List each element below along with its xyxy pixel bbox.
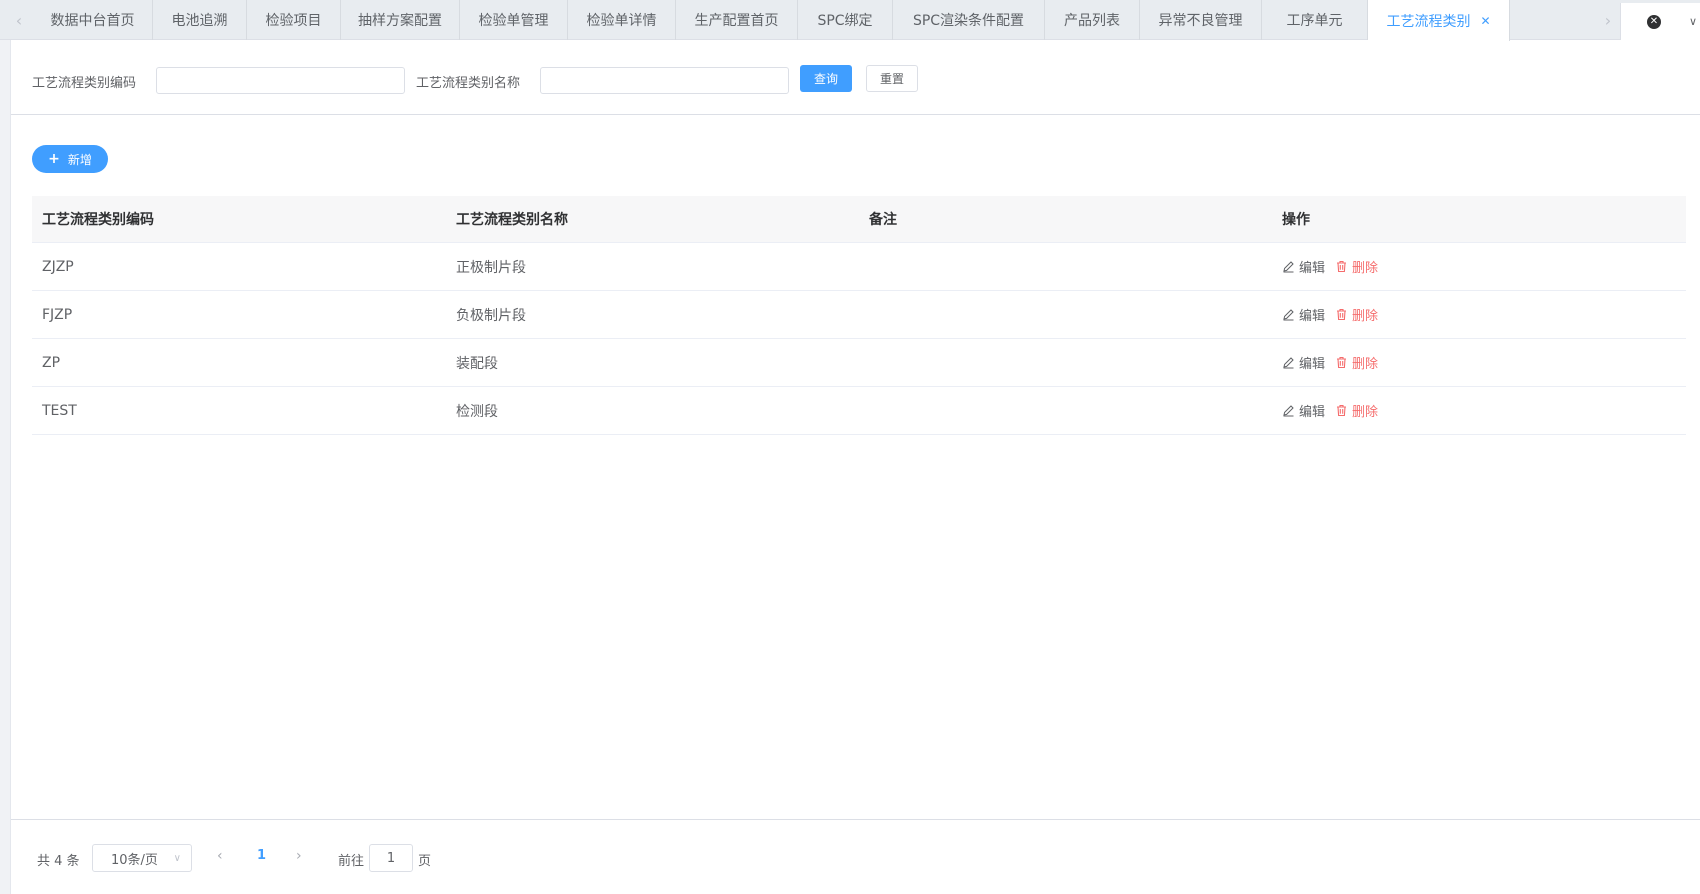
chevron-down-icon[interactable]: ∨ [1689,15,1697,28]
name-label: 工艺流程类别名称 [416,76,521,91]
trash-icon [1337,260,1347,273]
cell-code: TEST [42,402,77,419]
tab-spc-binding[interactable]: SPC绑定 [798,0,893,40]
tab-data-center-home[interactable]: 数据中台首页 [33,0,153,40]
tab-inspection-orders[interactable]: 检验单管理 [460,0,568,40]
next-page-icon[interactable]: › [296,848,302,864]
tab-defect-management[interactable]: 异常不良管理 [1140,0,1262,40]
tab-close-icon[interactable]: ✕ [1480,14,1490,28]
edit-button[interactable]: 编辑 [1282,305,1325,324]
delete-button[interactable]: 删除 [1335,353,1378,372]
trash-icon [1337,404,1347,417]
code-input[interactable] [156,67,405,94]
table-row: TEST 检测段 编辑 删除 [32,387,1686,435]
page-size-select[interactable]: 10条/页 ∨ [92,844,192,872]
add-button[interactable]: + 新增 [32,145,108,173]
column-header-code: 工艺流程类别编码 [42,212,154,228]
name-input[interactable] [540,67,789,94]
prev-page-icon[interactable]: ‹ [217,848,223,864]
page-suffix: 页 [418,854,432,869]
delete-button[interactable]: 删除 [1335,257,1378,276]
cell-code: FJZP [42,306,73,323]
cell-name: 正极制片段 [456,259,526,276]
tab-inspection-detail[interactable]: 检验单详情 [568,0,676,40]
trash-icon [1337,308,1347,321]
data-table: 工艺流程类别编码 工艺流程类别名称 备注 操作 ZJZP 正极制片段 编辑 删除… [32,196,1686,435]
tab-scroll-right-icon[interactable]: › [1597,0,1619,40]
delete-button[interactable]: 删除 [1335,401,1378,420]
table-header: 工艺流程类别编码 工艺流程类别名称 备注 操作 [32,196,1686,243]
cell-name: 检测段 [456,403,498,420]
cell-name: 装配段 [456,355,498,372]
tab-bar: ‹ 数据中台首页 电池追溯 检验项目 抽样方案配置 检验单管理 检验单详情 生产… [0,0,1700,41]
total-count: 共 4 条 [37,854,80,869]
pagination: 共 4 条 10条/页 ∨ ‹ 1 › 前往 1 页 [11,819,1700,894]
edit-button[interactable]: 编辑 [1282,257,1325,276]
tab-tools: ✕ ∨ [1620,3,1700,40]
table-row: FJZP 负极制片段 编辑 删除 [32,291,1686,339]
row-actions: 编辑 删除 [1282,305,1388,324]
cell-code: ZJZP [42,258,74,275]
reset-button[interactable]: 重置 [866,65,918,92]
table-row: ZJZP 正极制片段 编辑 删除 [32,243,1686,291]
search-form: 工艺流程类别编码 工艺流程类别名称 查询 重置 [11,40,1700,115]
query-button[interactable]: 查询 [800,65,852,92]
row-actions: 编辑 删除 [1282,401,1388,420]
chevron-down-icon: ∨ [173,852,181,864]
tab-spc-render-config[interactable]: SPC渲染条件配置 [893,0,1045,40]
edit-button[interactable]: 编辑 [1282,353,1325,372]
tab-process-unit[interactable]: 工序单元 [1262,0,1368,40]
edit-icon [1283,357,1294,369]
code-label: 工艺流程类别编码 [32,76,137,91]
goto-label: 前往 [338,854,365,869]
tab-battery-trace[interactable]: 电池追溯 [153,0,247,40]
table-row: ZP 装配段 编辑 删除 [32,339,1686,387]
tab-product-list[interactable]: 产品列表 [1045,0,1140,40]
row-actions: 编辑 删除 [1282,257,1388,276]
tab-scroll-left-icon[interactable]: ‹ [8,0,30,40]
close-all-tabs-icon[interactable]: ✕ [1647,14,1661,29]
tab-sampling-config[interactable]: 抽样方案配置 [341,0,460,40]
column-header-name: 工艺流程类别名称 [456,212,568,228]
edit-icon [1283,405,1294,417]
plus-icon: + [48,151,60,167]
tab-inspection-items[interactable]: 检验项目 [247,0,341,40]
edit-icon [1283,261,1294,273]
column-header-actions: 操作 [1282,212,1310,228]
sidebar-edge [0,40,11,894]
tab-list: 数据中台首页 电池追溯 检验项目 抽样方案配置 检验单管理 检验单详情 生产配置… [33,0,1510,41]
cell-name: 负极制片段 [456,307,526,324]
trash-icon [1337,356,1347,369]
tab-production-config-home[interactable]: 生产配置首页 [676,0,798,40]
delete-button[interactable]: 删除 [1335,305,1378,324]
column-header-remark: 备注 [869,212,897,228]
edit-button[interactable]: 编辑 [1282,401,1325,420]
edit-icon [1283,309,1294,321]
cell-code: ZP [42,354,61,371]
row-actions: 编辑 删除 [1282,353,1388,372]
tab-process-flow-category[interactable]: 工艺流程类别 ✕ [1368,0,1510,41]
goto-page-input[interactable]: 1 [369,844,413,872]
page-number[interactable]: 1 [257,848,266,863]
